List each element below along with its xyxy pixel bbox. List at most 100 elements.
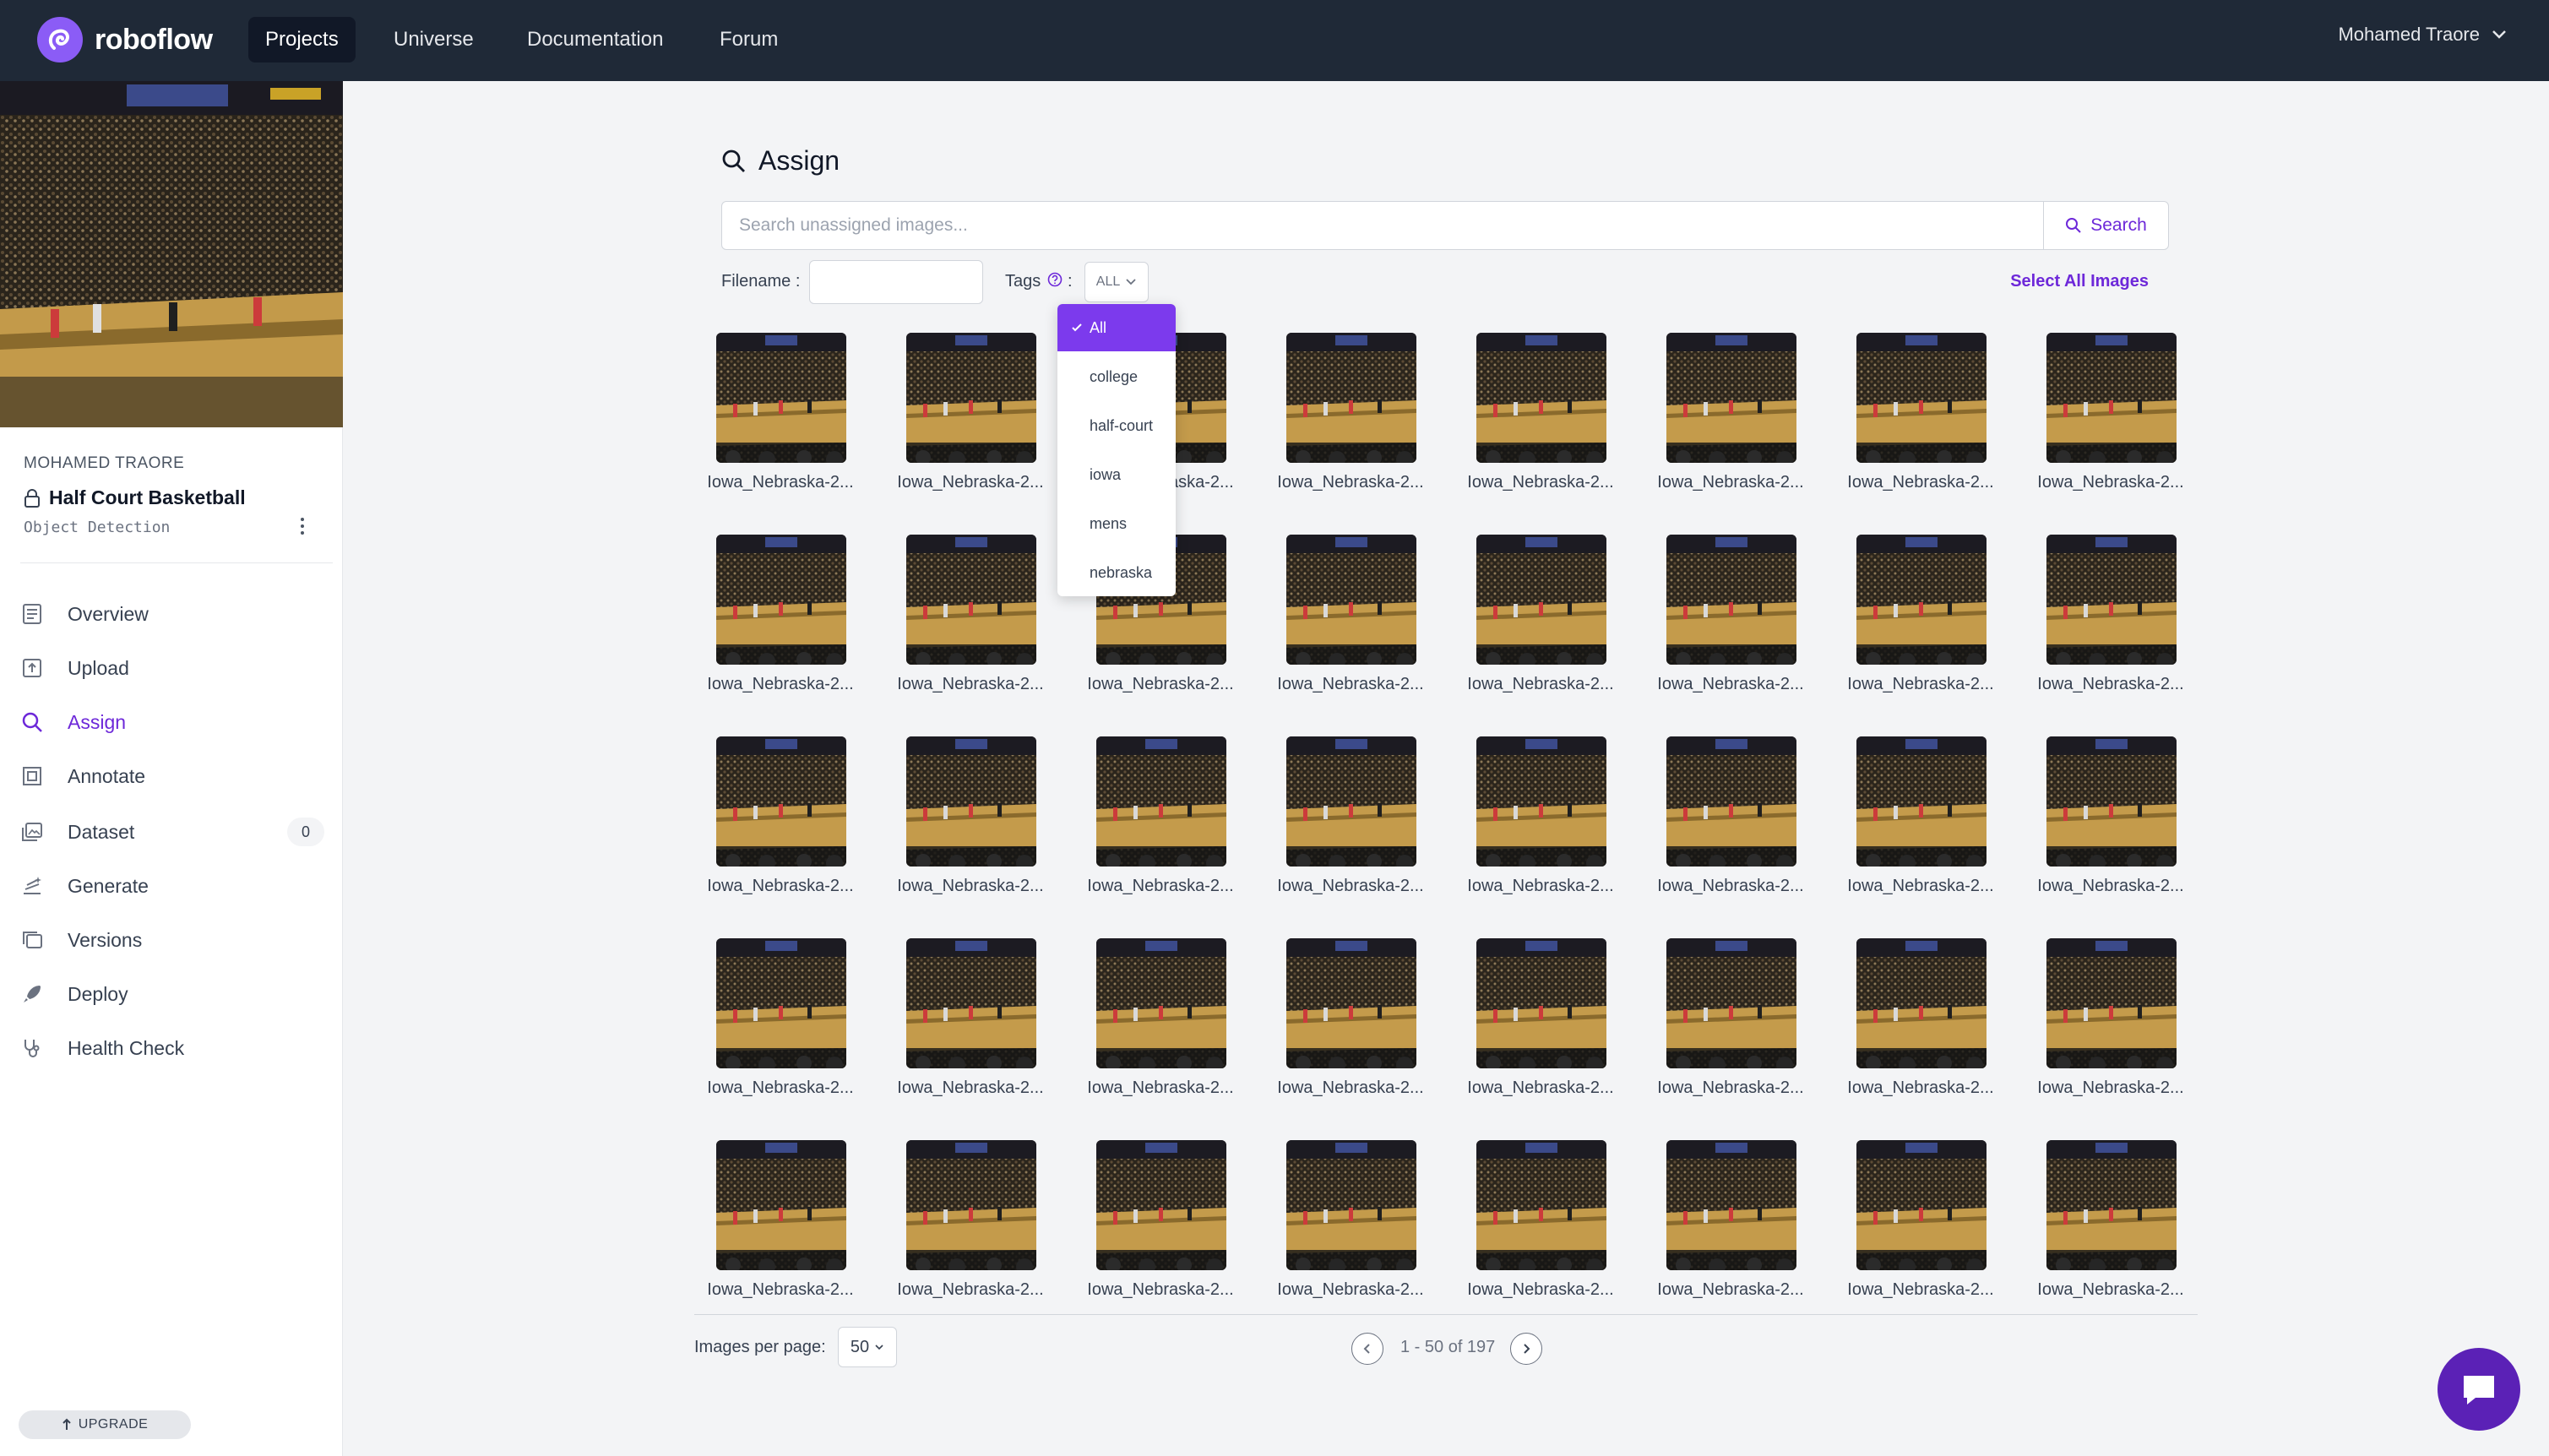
- upgrade-button[interactable]: UPGRADE: [19, 1410, 191, 1439]
- nav-universe[interactable]: Universe: [377, 17, 491, 62]
- image-thumbnail[interactable]: [1856, 736, 1986, 867]
- image-thumbnail[interactable]: [1476, 535, 1606, 665]
- image-filename: Iowa_Nebraska-2...: [897, 473, 1044, 492]
- image-thumbnail[interactable]: [1856, 1140, 1986, 1270]
- image-filename: Iowa_Nebraska-2...: [2037, 675, 2184, 693]
- image-thumbnail[interactable]: [1476, 736, 1606, 867]
- user-menu[interactable]: Mohamed Traore: [2338, 24, 2507, 46]
- image-thumbnail[interactable]: [906, 1140, 1036, 1270]
- image-thumbnail[interactable]: [1476, 938, 1606, 1068]
- image-thumbnail[interactable]: [1286, 938, 1416, 1068]
- grid-divider: [694, 1314, 2198, 1315]
- image-thumbnail[interactable]: [2046, 1140, 2177, 1270]
- next-page-button[interactable]: [1510, 1333, 1542, 1365]
- image-thumbnail[interactable]: [2046, 938, 2177, 1068]
- image-filename: Iowa_Nebraska-2...: [2037, 1280, 2184, 1299]
- image-thumbnail[interactable]: [1286, 535, 1416, 665]
- select-all-images-link[interactable]: Select All Images: [2010, 272, 2149, 291]
- project-name[interactable]: Half Court Basketball: [24, 486, 246, 509]
- nav-forum[interactable]: Forum: [703, 17, 795, 62]
- sidebar-item-health-check[interactable]: Health Check: [19, 1027, 324, 1069]
- previous-page-button[interactable]: [1351, 1333, 1383, 1365]
- image-thumbnail[interactable]: [1856, 535, 1986, 665]
- image-thumbnail[interactable]: [906, 938, 1036, 1068]
- tag-option-mens[interactable]: mens: [1057, 500, 1176, 547]
- page-title: Assign: [721, 145, 840, 177]
- search-input[interactable]: [722, 202, 2043, 249]
- chevron-down-icon: [1126, 279, 1136, 285]
- chat-support-button[interactable]: [2438, 1348, 2520, 1431]
- tag-option-nebraska[interactable]: nebraska: [1057, 549, 1176, 596]
- nav-projects[interactable]: Projects: [248, 17, 356, 62]
- arrow-up-icon: [62, 1418, 71, 1430]
- sidebar-item-label: Overview: [68, 602, 149, 625]
- help-icon[interactable]: [1047, 272, 1063, 291]
- image-thumbnail[interactable]: [906, 535, 1036, 665]
- image-thumbnail[interactable]: [716, 1140, 846, 1270]
- image-thumbnail[interactable]: [2046, 333, 2177, 463]
- filename-label: Filename :: [721, 272, 801, 291]
- image-filename: Iowa_Nebraska-2...: [1847, 675, 1994, 693]
- sidebar-item-assign[interactable]: Assign: [19, 701, 324, 743]
- image-thumbnail[interactable]: [1286, 736, 1416, 867]
- images-per-page-select[interactable]: 50: [838, 1327, 897, 1367]
- tag-option-half-court[interactable]: half-court: [1057, 402, 1176, 449]
- sidebar-item-label: Versions: [68, 928, 143, 951]
- image-thumbnail[interactable]: [1666, 736, 1796, 867]
- image-thumbnail[interactable]: [716, 938, 846, 1068]
- project-owner: MOHAMED TRAORE: [24, 454, 185, 472]
- brand-name: roboflow: [95, 23, 213, 56]
- image-filename: Iowa_Nebraska-2...: [897, 1280, 1044, 1299]
- sidebar-item-overview[interactable]: Overview: [19, 593, 324, 635]
- tag-option-all[interactable]: All: [1057, 304, 1176, 351]
- tag-option-iowa[interactable]: iowa: [1057, 451, 1176, 498]
- dataset-icon: [19, 818, 46, 845]
- overview-icon: [19, 600, 46, 627]
- roboflow-logo[interactable]: roboflow: [37, 17, 213, 62]
- kebab-menu-icon[interactable]: [292, 513, 313, 539]
- nav-documentation[interactable]: Documentation: [510, 17, 680, 62]
- image-thumbnail[interactable]: [1666, 1140, 1796, 1270]
- sidebar-item-versions[interactable]: Versions: [19, 919, 324, 961]
- image-thumbnail[interactable]: [716, 333, 846, 463]
- search-button[interactable]: Search: [2043, 202, 2168, 249]
- image-thumbnail[interactable]: [716, 535, 846, 665]
- sidebar-item-deploy[interactable]: Deploy: [19, 973, 324, 1015]
- tags-selected-value: ALL: [1095, 274, 1121, 289]
- search-icon: [722, 149, 745, 172]
- filename-input[interactable]: [809, 260, 983, 304]
- tags-dropdown-menu: All college half-court iowa mens nebrask…: [1057, 304, 1176, 596]
- sidebar-item-upload[interactable]: Upload: [19, 647, 324, 689]
- image-thumbnail[interactable]: [1476, 333, 1606, 463]
- chevron-down-icon: [2492, 30, 2506, 39]
- image-thumbnail[interactable]: [1856, 333, 1986, 463]
- tags-label: Tags: [1005, 272, 1041, 291]
- image-thumbnail[interactable]: [1476, 1140, 1606, 1270]
- image-thumbnail[interactable]: [1096, 1140, 1226, 1270]
- image-thumbnail[interactable]: [2046, 535, 2177, 665]
- tag-option-label: All: [1090, 318, 1107, 336]
- sidebar-item-generate[interactable]: Generate: [19, 865, 324, 907]
- image-thumbnail[interactable]: [1856, 938, 1986, 1068]
- image-thumbnail[interactable]: [1286, 1140, 1416, 1270]
- image-filename: Iowa_Nebraska-2...: [707, 877, 854, 895]
- chevron-right-icon: [1524, 1344, 1530, 1354]
- image-thumbnail[interactable]: [906, 333, 1036, 463]
- image-thumbnail[interactable]: [716, 736, 846, 867]
- image-thumbnail[interactable]: [1666, 535, 1796, 665]
- sidebar-item-annotate[interactable]: Annotate: [19, 755, 324, 797]
- image-thumbnail[interactable]: [2046, 736, 2177, 867]
- sidebar-item-label: Deploy: [68, 982, 128, 1005]
- image-thumbnail[interactable]: [1286, 333, 1416, 463]
- image-thumbnail[interactable]: [906, 736, 1036, 867]
- image-thumbnail[interactable]: [1666, 938, 1796, 1068]
- image-thumbnail[interactable]: [1666, 333, 1796, 463]
- tag-option-college[interactable]: college: [1057, 353, 1176, 400]
- project-cover-image: [0, 81, 343, 427]
- image-thumbnail[interactable]: [1096, 938, 1226, 1068]
- image-filename: Iowa_Nebraska-2...: [1087, 675, 1234, 693]
- image-filename: Iowa_Nebraska-2...: [1277, 675, 1424, 693]
- sidebar-item-dataset[interactable]: Dataset 0: [19, 811, 324, 853]
- tags-select[interactable]: ALL: [1084, 262, 1149, 302]
- image-thumbnail[interactable]: [1096, 736, 1226, 867]
